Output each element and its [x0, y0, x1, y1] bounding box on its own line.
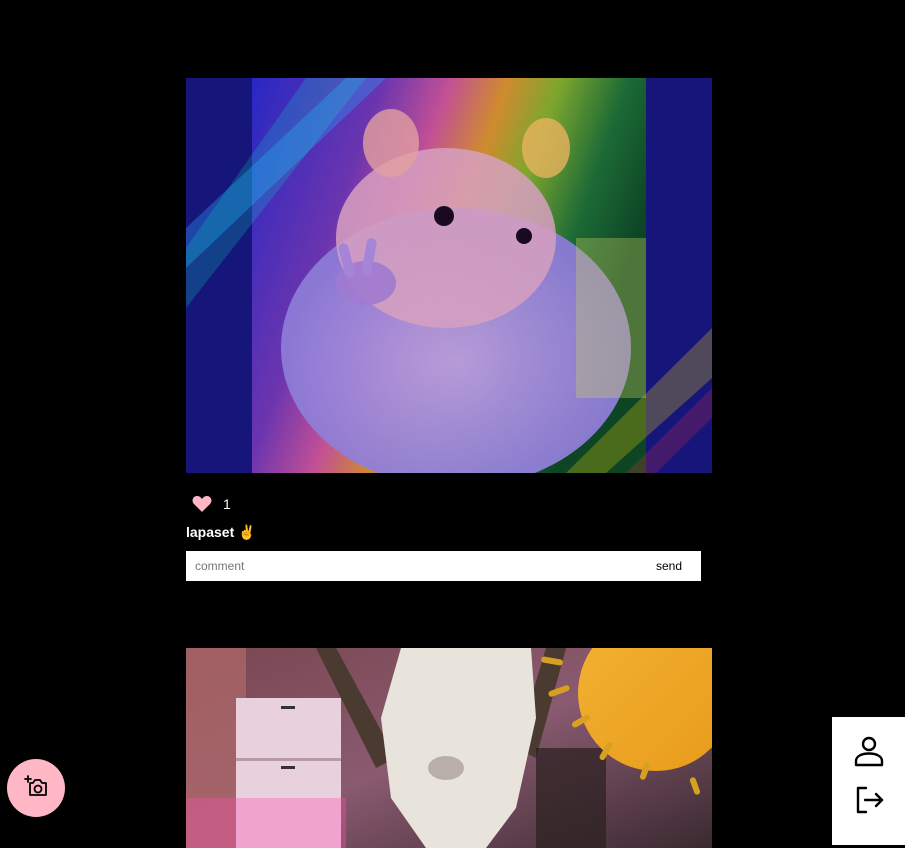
add-photo-button[interactable] — [7, 759, 65, 817]
post — [186, 648, 712, 848]
logout-icon — [853, 784, 885, 821]
profile-button[interactable] — [852, 736, 886, 770]
feed: 1 lapaset ✌️ send — [186, 78, 712, 848]
post-image — [186, 648, 712, 848]
person-icon — [853, 735, 885, 772]
camera-plus-icon — [23, 774, 49, 803]
side-menu — [832, 717, 905, 845]
logout-button[interactable] — [852, 785, 886, 819]
like-count: 1 — [223, 496, 231, 512]
post: 1 lapaset ✌️ send — [186, 78, 712, 581]
post-image — [186, 78, 712, 473]
comment-form: send — [186, 551, 701, 581]
send-button[interactable]: send — [637, 552, 701, 580]
post-caption: lapaset ✌️ — [186, 523, 256, 540]
heart-icon[interactable] — [191, 494, 213, 514]
post-actions: 1 — [191, 494, 712, 514]
comment-input[interactable] — [187, 552, 637, 580]
